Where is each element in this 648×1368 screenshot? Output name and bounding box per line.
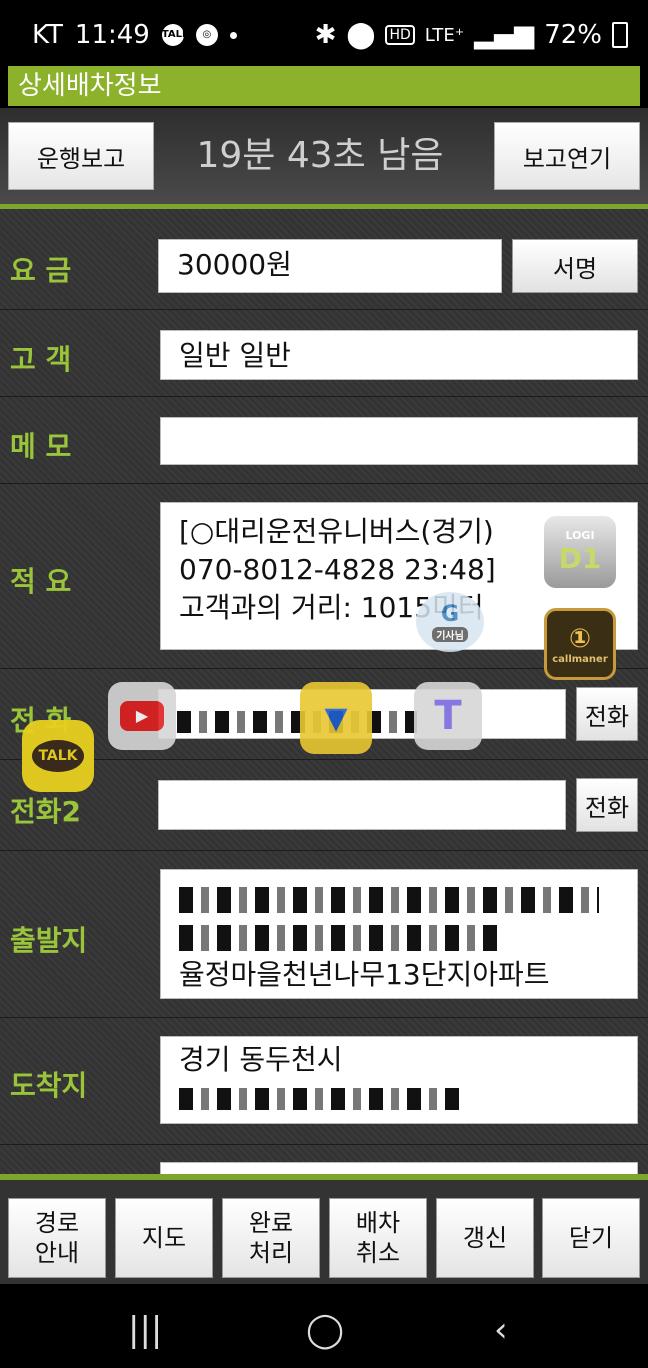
report-button[interactable]: 운행보고 xyxy=(8,122,154,190)
customer-field[interactable]: 일반 일반 xyxy=(160,330,638,380)
redacted-phone xyxy=(177,711,417,733)
phone2-label: 전화2 xyxy=(10,795,82,828)
delay-report-button[interactable]: 보고연기 xyxy=(494,122,640,190)
memo-row: 메 모 xyxy=(0,397,648,484)
signature-button[interactable]: 서명 xyxy=(512,239,638,293)
app-title: 상세배차정보 xyxy=(8,66,640,106)
status-bar: KT 11:49 TALK ◎ ✱ ⬤ HD LTE⁺ ▂▄▆ 72% xyxy=(0,0,648,66)
callmanager-icon: ① xyxy=(568,623,591,654)
carrier: KT xyxy=(32,20,63,50)
navigation-app-bubble[interactable]: ▼ xyxy=(300,682,372,754)
phone2-row: 전화2 전화 xyxy=(0,760,648,851)
signal-icon: ▂▄▆ xyxy=(474,20,535,50)
arrival-row: 도착지 경기 동두천시 xyxy=(0,1018,648,1145)
callmanager-label: callmaner xyxy=(552,653,608,665)
cancel-dispatch-button[interactable]: 배차 취소 xyxy=(329,1198,427,1278)
fee-field[interactable]: 30000원 xyxy=(158,239,502,293)
navigation-pin-icon: ▼ xyxy=(324,700,348,736)
battery-level: 72% xyxy=(544,20,602,50)
arrival-label: 도착지 xyxy=(10,1069,88,1102)
callmanager-app-bubble[interactable]: ① callmaner xyxy=(544,608,616,680)
departure-label: 출발지 xyxy=(10,924,88,957)
logi-label: LOGI xyxy=(565,529,595,542)
logi-d1-app-bubble[interactable]: LOGI D1 xyxy=(544,516,616,588)
refresh-button[interactable]: 갱신 xyxy=(436,1198,534,1278)
android-nav-bar: ||| ◯ ‹ xyxy=(0,1284,648,1368)
fee-row: 요 금 30000원 서명 xyxy=(0,209,648,310)
kakaotalk-label: TALK xyxy=(32,740,84,772)
home-icon[interactable]: ◯ xyxy=(306,1310,344,1350)
map-button[interactable]: 지도 xyxy=(115,1198,213,1278)
arrival-field[interactable]: 경기 동두천시 xyxy=(160,1036,638,1124)
network-label: LTE⁺ xyxy=(424,24,465,46)
departure-line-1 xyxy=(179,880,619,918)
arrival-line-1: 경기 동두천시 xyxy=(179,1043,343,1076)
kisanim-label: 기사님 xyxy=(432,627,468,642)
talk-icon: TALK xyxy=(161,24,190,46)
arrival-line-2 xyxy=(179,1079,619,1117)
kisanim-icon: G xyxy=(440,602,460,627)
bluetooth-icon: ✱ xyxy=(314,20,337,50)
departure-row: 출발지 율정마을천년나무13단지아파트 xyxy=(0,851,648,1018)
back-icon[interactable]: ‹ xyxy=(494,1310,508,1350)
youtube-app-bubble[interactable]: ▶ xyxy=(108,682,176,750)
summary-label: 적 요 xyxy=(10,565,72,598)
departure-line-3: 율정마을천년나무13단지아파트 xyxy=(179,958,550,991)
customer-row: 고 객 일반 일반 xyxy=(0,310,648,397)
customer-label: 고 객 xyxy=(10,343,72,376)
tmap-label: T xyxy=(434,693,462,739)
youtube-icon: ▶ xyxy=(120,701,164,731)
call2-button[interactable]: 전화 xyxy=(576,778,638,832)
complete-button[interactable]: 완료 처리 xyxy=(222,1198,320,1278)
hd-icon: HD xyxy=(385,25,415,45)
kisanim-app-bubble[interactable]: G 기사님 xyxy=(416,592,484,652)
call-button[interactable]: 전화 xyxy=(576,687,638,741)
header: 운행보고 19분 43초 남음 보고연기 xyxy=(0,108,648,209)
countdown-timer: 19분 43초 남음 xyxy=(196,135,444,176)
phone2-field[interactable] xyxy=(158,780,566,830)
tmap-app-bubble[interactable]: T xyxy=(414,682,482,750)
memo-field[interactable] xyxy=(160,417,638,465)
d1-label: D1 xyxy=(558,542,602,575)
steering-icon: ◎ xyxy=(195,24,218,46)
bottom-action-bar: 경로 안내 지도 완료 처리 배차 취소 갱신 닫기 xyxy=(0,1174,648,1288)
route-guide-button[interactable]: 경로 안내 xyxy=(8,1198,106,1278)
location-icon: ⬤ xyxy=(346,20,376,50)
kakaotalk-app-bubble[interactable]: TALK xyxy=(22,720,94,792)
departure-line-2 xyxy=(179,918,619,956)
fee-label: 요 금 xyxy=(10,254,72,287)
recent-apps-icon[interactable]: ||| xyxy=(128,1310,162,1350)
memo-label: 메 모 xyxy=(10,430,72,463)
close-button[interactable]: 닫기 xyxy=(542,1198,640,1278)
clock: 11:49 xyxy=(74,20,150,50)
battery-icon xyxy=(612,22,628,48)
departure-field[interactable]: 율정마을천년나무13단지아파트 xyxy=(160,869,638,999)
dispatch-detail-screen: 운행보고 19분 43초 남음 보고연기 요 금 30000원 서명 고 객 일… xyxy=(0,108,648,1284)
notification-dot-icon xyxy=(229,31,237,39)
